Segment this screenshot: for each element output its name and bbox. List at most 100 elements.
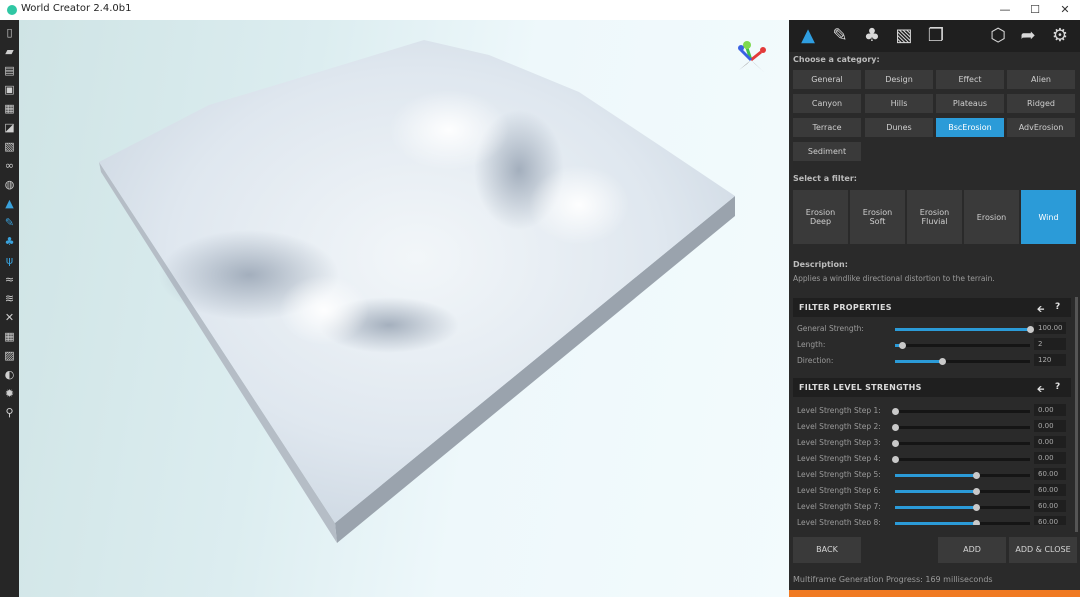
category-canyon[interactable]: Canyon bbox=[793, 94, 861, 113]
reset-icon[interactable]: 🡨 bbox=[1037, 302, 1044, 318]
slider-value-field[interactable]: 0.00 bbox=[1034, 436, 1066, 448]
slider-track[interactable] bbox=[895, 358, 1030, 365]
category-sediment[interactable]: Sediment bbox=[793, 142, 861, 161]
reset-icon[interactable]: 🡨 bbox=[1037, 382, 1044, 398]
slider-value-field[interactable]: 60.00 bbox=[1034, 516, 1066, 525]
cube-tab-icon[interactable]: ⬡ bbox=[985, 24, 1011, 48]
filter-wind[interactable]: Wind bbox=[1021, 190, 1076, 244]
slider-knob[interactable] bbox=[973, 488, 980, 495]
gear-icon[interactable]: ⚙ bbox=[1047, 24, 1073, 48]
brush-icon[interactable]: ✎ bbox=[3, 216, 16, 229]
slider-knob[interactable] bbox=[898, 342, 906, 349]
settings-icon[interactable]: ✹ bbox=[3, 387, 16, 400]
slider-value-field[interactable]: 60.00 bbox=[1034, 500, 1066, 512]
category-design[interactable]: Design bbox=[865, 70, 933, 89]
filter-panel: ▲ ✎ ♣ ▧ ❐ ⬡ ➦ ⚙ Choose a category: Gener… bbox=[789, 20, 1080, 597]
help-icon[interactable]: ? bbox=[1055, 302, 1060, 312]
grass-icon[interactable]: ψ bbox=[3, 254, 16, 267]
3d-viewport[interactable] bbox=[19, 20, 789, 597]
level-strengths-header: FILTER LEVEL STRENGTHS 🡨 ? bbox=[793, 378, 1071, 397]
share-tab-icon[interactable]: ➦ bbox=[1015, 24, 1041, 48]
trees-tab-icon[interactable]: ♣ bbox=[859, 24, 885, 48]
filter-erosion[interactable]: Erosion bbox=[964, 190, 1019, 244]
slider-knob[interactable] bbox=[939, 358, 947, 365]
transform-icon[interactable]: ✕ bbox=[3, 311, 16, 324]
filter-properties-title: FILTER PROPERTIES bbox=[799, 303, 892, 312]
slider-knob[interactable] bbox=[973, 472, 980, 479]
slider-track[interactable] bbox=[895, 342, 1030, 349]
level-strengths-scroll[interactable]: Level Strength Step 1: 0.00 Level Strength… bbox=[789, 400, 1080, 525]
slider-fill bbox=[895, 490, 976, 493]
open-recent-icon[interactable]: ▤ bbox=[3, 64, 16, 77]
slider-knob[interactable] bbox=[1027, 326, 1034, 333]
slider-value-field[interactable]: 60.00 bbox=[1034, 484, 1066, 496]
category-dunes[interactable]: Dunes bbox=[865, 118, 933, 137]
filter-erosion-deep[interactable]: Erosion Deep bbox=[793, 190, 848, 244]
grid-icon[interactable]: ▦ bbox=[3, 330, 16, 343]
slider-track[interactable] bbox=[892, 408, 1030, 415]
sky-icon[interactable]: ◐ bbox=[3, 368, 16, 381]
export-icon[interactable]: ◪ bbox=[3, 121, 16, 134]
category-general[interactable]: General bbox=[793, 70, 861, 89]
slider-value-field[interactable]: 0.00 bbox=[1034, 404, 1066, 416]
close-button[interactable]: ✕ bbox=[1050, 0, 1080, 20]
slider-track[interactable] bbox=[895, 326, 1034, 333]
slider-knob[interactable] bbox=[892, 440, 899, 447]
trees-icon[interactable]: ♣ bbox=[3, 235, 16, 248]
slider-track[interactable] bbox=[895, 504, 1030, 511]
category-plateaus[interactable]: Plateaus bbox=[936, 94, 1004, 113]
new-file-icon[interactable]: ▯ bbox=[3, 26, 16, 39]
layers-tab-icon[interactable]: ❐ bbox=[923, 24, 949, 48]
slider-knob[interactable] bbox=[892, 408, 899, 415]
filter-erosion-soft[interactable]: Erosion Soft bbox=[850, 190, 905, 244]
slider-knob[interactable] bbox=[892, 456, 899, 463]
slider-knob[interactable] bbox=[973, 520, 980, 525]
map-icon[interactable]: ▧ bbox=[3, 140, 16, 153]
category-alien[interactable]: Alien bbox=[1007, 70, 1075, 89]
slider-track[interactable] bbox=[892, 440, 1030, 447]
category-terrace[interactable]: Terrace bbox=[793, 118, 861, 137]
slider-value-field[interactable]: 0.00 bbox=[1034, 420, 1066, 432]
terrain-tab-icon[interactable]: ▲ bbox=[795, 24, 821, 48]
slider-value-field[interactable]: 0.00 bbox=[1034, 452, 1066, 464]
slider-knob[interactable] bbox=[973, 504, 980, 511]
category-hills[interactable]: Hills bbox=[865, 94, 933, 113]
panel-scrollbar[interactable] bbox=[1075, 297, 1078, 532]
globe-icon[interactable]: ◍ bbox=[3, 178, 16, 191]
map-tab-icon[interactable]: ▧ bbox=[891, 24, 917, 48]
slider-track[interactable] bbox=[892, 424, 1030, 431]
save-as-icon[interactable]: ▦ bbox=[3, 102, 16, 115]
maximize-button[interactable]: ☐ bbox=[1020, 0, 1050, 20]
slider-value-field[interactable]: 60.00 bbox=[1034, 468, 1066, 480]
slider-value-field[interactable]: 120 bbox=[1034, 354, 1066, 366]
category-ridged[interactable]: Ridged bbox=[1007, 94, 1075, 113]
slider-track[interactable] bbox=[895, 488, 1030, 495]
add-button[interactable]: ADD bbox=[938, 537, 1006, 563]
category-effect[interactable]: Effect bbox=[936, 70, 1004, 89]
river-icon[interactable]: ≈ bbox=[3, 273, 16, 286]
binoculars-icon[interactable]: ∞ bbox=[3, 159, 16, 172]
back-button[interactable]: BACK bbox=[793, 537, 861, 563]
help-icon[interactable]: ? bbox=[1055, 382, 1060, 392]
slider-knob[interactable] bbox=[892, 424, 899, 431]
camera-icon[interactable]: ⚲ bbox=[3, 406, 16, 419]
slider-track[interactable] bbox=[895, 472, 1030, 479]
terrain-icon[interactable]: ▲ bbox=[3, 197, 16, 210]
slider-row: Level Strength Step 3: 0.00 bbox=[793, 436, 1071, 449]
slider-row: Length: 2 bbox=[793, 338, 1071, 351]
category-bscerosion[interactable]: BscErosion bbox=[936, 118, 1004, 137]
slider-track[interactable] bbox=[895, 520, 1030, 525]
minimize-button[interactable]: — bbox=[990, 0, 1020, 20]
filter-erosion-fluvial[interactable]: Erosion Fluvial bbox=[907, 190, 962, 244]
slider-value-field[interactable]: 2 bbox=[1034, 338, 1066, 350]
category-adverosion[interactable]: AdvErosion bbox=[1007, 118, 1075, 137]
save-icon[interactable]: ▣ bbox=[3, 83, 16, 96]
category-label: Choose a category: bbox=[793, 55, 880, 64]
image-icon[interactable]: ▨ bbox=[3, 349, 16, 362]
slider-track[interactable] bbox=[892, 456, 1030, 463]
brush-tab-icon[interactable]: ✎ bbox=[827, 24, 853, 48]
paths-icon[interactable]: ≋ bbox=[3, 292, 16, 305]
open-folder-icon[interactable]: ▰ bbox=[3, 45, 16, 58]
slider-value-field[interactable]: 100.00 bbox=[1034, 322, 1066, 334]
add-close-button[interactable]: ADD & CLOSE bbox=[1009, 537, 1077, 563]
